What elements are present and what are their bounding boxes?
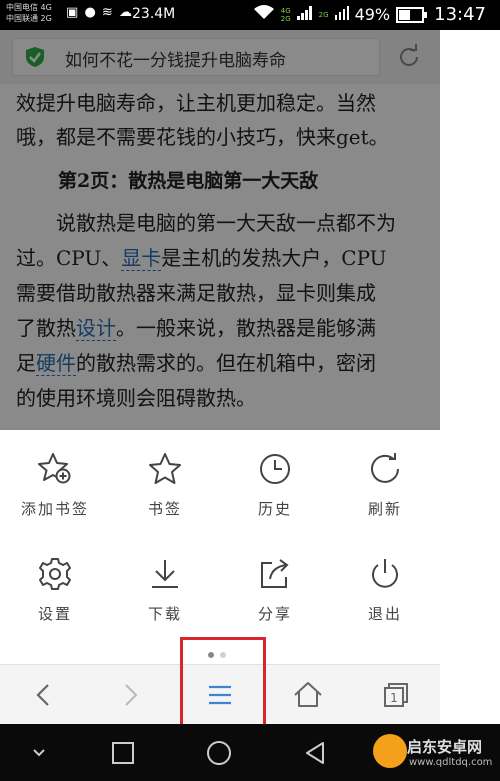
tabs-icon[interactable]: 1 [376, 675, 416, 715]
menu-item-add-bookmark[interactable]: 添加书签 [5, 452, 105, 519]
right-margin [440, 30, 500, 724]
home-icon[interactable] [288, 675, 328, 715]
menu-item-refresh[interactable]: 刷新 [335, 452, 435, 519]
battery-percent: 49% [354, 5, 391, 24]
wifi-signal-icon [253, 4, 275, 25]
watermark-name: 启东安卓网 [407, 738, 483, 756]
signal-bars-icon [296, 5, 313, 25]
network-type-2: 2G [318, 10, 329, 19]
browser-menu: 添加书签 书签 历史 刷新 设置 下载 分享 退出 [0, 430, 440, 664]
power-icon [372, 559, 398, 588]
site-watermark: 启东安卓网 www.qdltdq.com [371, 730, 496, 778]
carrier-2: 中国联通 2G [6, 14, 52, 23]
clock-icon [260, 454, 290, 484]
app-icon: ● [84, 5, 97, 20]
watermark-url: www.qdltdq.com [409, 757, 493, 768]
back-triangle-icon[interactable] [300, 738, 330, 768]
home-circle-icon[interactable] [204, 738, 234, 768]
carrier-1: 中国电信 4G [6, 3, 52, 12]
star-plus-icon [38, 453, 71, 484]
recents-icon[interactable] [108, 738, 138, 768]
clock-time: 13:47 [434, 4, 486, 25]
chevron-down-icon[interactable] [24, 738, 54, 768]
battery-icon [396, 6, 428, 23]
status-right: 4G 2G 2G 49% 13:47 [253, 4, 486, 25]
image-icon: ▣ [66, 5, 80, 20]
menu-item-bookmarks[interactable]: 书签 [115, 452, 215, 519]
menu-item-download[interactable]: 下载 [115, 557, 215, 624]
download-icon [152, 560, 178, 588]
dim-overlay[interactable] [0, 30, 440, 430]
forward-icon[interactable] [110, 675, 150, 715]
menu-label: 历史 [257, 500, 292, 518]
tab-count: 1 [390, 691, 398, 705]
menu-item-share[interactable]: 分享 [225, 557, 325, 624]
net-4g-label: 4G [280, 6, 291, 15]
share-icon [261, 559, 289, 588]
back-icon[interactable] [24, 675, 64, 715]
star-icon [149, 453, 181, 484]
menu-label: 退出 [367, 605, 402, 623]
wifi-icon: ≋ [101, 5, 114, 20]
highlight-annotation [180, 637, 266, 733]
menu-label: 刷新 [367, 500, 402, 518]
status-bar: 中国电信 4G 中国联通 2G ▣ ● ≋ ☁ 23.4M 4G 2G 2G 4… [0, 0, 500, 30]
menu-label: 分享 [257, 605, 292, 623]
carrier-info: 中国电信 4G 中国联通 2G [6, 2, 52, 24]
menu-item-history[interactable]: 历史 [225, 452, 325, 519]
menu-item-settings[interactable]: 设置 [5, 557, 105, 624]
cloud-icon: ☁ [118, 5, 133, 20]
notification-icons: ▣ ● ≋ ☁ [66, 5, 133, 20]
menu-item-exit[interactable]: 退出 [335, 557, 435, 624]
menu-label: 下载 [147, 605, 182, 623]
watermark-logo [373, 734, 407, 768]
signal-bars-icon-2 [334, 5, 349, 25]
refresh-icon [371, 453, 399, 483]
menu-label: 设置 [37, 605, 72, 623]
net-2g-label: 2G [280, 14, 291, 23]
menu-label: 添加书签 [20, 500, 89, 518]
network-type: 4G 2G [281, 7, 291, 23]
gear-icon [39, 558, 71, 590]
menu-label: 书签 [147, 500, 182, 518]
network-speed: 23.4M [132, 6, 176, 22]
